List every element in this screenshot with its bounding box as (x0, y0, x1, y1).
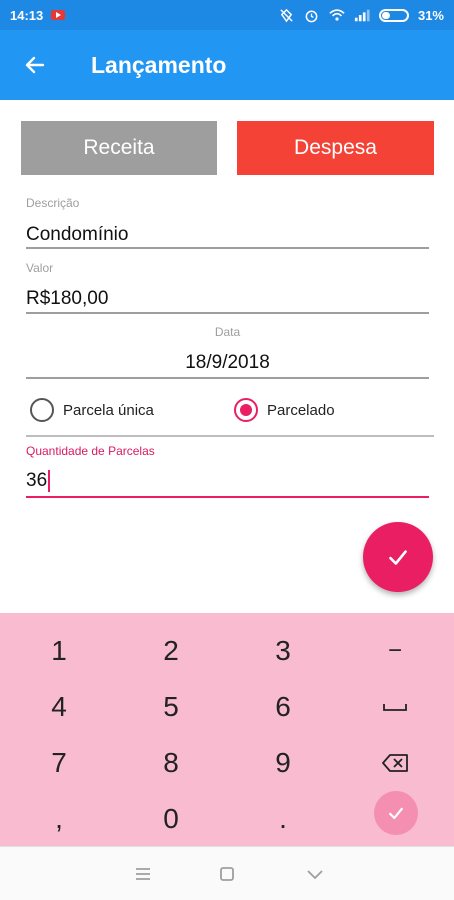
key-period[interactable]: . (233, 791, 333, 847)
key-backspace[interactable] (345, 735, 445, 791)
wifi-icon (329, 7, 345, 23)
save-fab-button[interactable] (363, 522, 433, 592)
key-4[interactable]: 4 (9, 679, 109, 735)
data-label: Data (214, 325, 241, 339)
check-icon (389, 807, 403, 820)
descricao-underline (26, 247, 429, 249)
back-nav-button[interactable] (303, 862, 327, 886)
menu-icon (136, 868, 150, 880)
valor-input[interactable]: R$180,00 (26, 288, 108, 310)
parcelas-value: 36 (26, 470, 48, 491)
key-1[interactable]: 1 (9, 623, 109, 679)
keyboard-done-button[interactable] (374, 791, 418, 835)
do-not-disturb-icon (279, 7, 295, 23)
system-nav-bar (0, 846, 454, 900)
key-minus[interactable]: − (345, 623, 445, 679)
backspace-icon (382, 754, 408, 772)
menu-nav-button[interactable] (131, 862, 155, 886)
chevron-down-icon (307, 870, 323, 879)
battery-percent: 31% (417, 7, 444, 23)
key-3[interactable]: 3 (233, 623, 333, 679)
data-underline (26, 377, 429, 379)
back-button[interactable] (0, 30, 70, 100)
key-6[interactable]: 6 (233, 679, 333, 735)
valor-underline (26, 312, 429, 314)
signal-icon (354, 7, 370, 23)
data-input[interactable]: 18/9/2018 (26, 352, 429, 374)
arrow-left-icon (25, 56, 45, 74)
valor-label: Valor (26, 261, 54, 275)
page-title: Lançamento (91, 51, 227, 78)
radio-parcela-unica[interactable]: Parcela única (30, 397, 154, 423)
parcelas-label: Quantidade de Parcelas (26, 444, 155, 458)
parcelas-input[interactable]: 36 (26, 470, 51, 492)
key-9[interactable]: 9 (233, 735, 333, 791)
radio-checked-icon (234, 398, 258, 422)
check-icon (389, 550, 407, 565)
app-bar: Lançamento (0, 30, 454, 100)
key-2[interactable]: 2 (121, 623, 221, 679)
despesa-button[interactable]: Despesa (237, 121, 434, 175)
screen: 14:13 31% Lançamento Receita Despesa Des… (0, 0, 454, 900)
radio-parcela-unica-label: Parcela única (63, 401, 154, 419)
receita-button[interactable]: Receita (21, 121, 217, 175)
key-0[interactable]: 0 (121, 791, 221, 847)
space-icon (383, 704, 407, 711)
status-icons: 31% (279, 7, 444, 23)
status-bar: 14:13 31% (0, 0, 454, 30)
descricao-input[interactable]: Condomínio (26, 224, 128, 246)
descricao-label: Descrição (26, 196, 80, 210)
battery-icon (378, 8, 409, 22)
status-time: 14:13 (10, 7, 44, 23)
radio-parcelado[interactable]: Parcelado (234, 397, 335, 423)
radio-unchecked-icon (30, 398, 54, 422)
alarm-icon (304, 7, 320, 23)
numeric-keypad: 1 2 3 − 4 5 6 7 8 9 , 0 . (0, 613, 454, 846)
text-cursor (48, 470, 51, 492)
radio-divider (26, 435, 434, 437)
youtube-notification-icon (51, 10, 66, 20)
key-7[interactable]: 7 (9, 735, 109, 791)
key-space[interactable] (345, 679, 445, 735)
key-comma[interactable]: , (9, 791, 109, 847)
key-5[interactable]: 5 (121, 679, 221, 735)
parcelas-underline (26, 496, 429, 498)
radio-parcelado-label: Parcelado (267, 401, 335, 419)
square-icon (220, 867, 234, 881)
home-nav-button[interactable] (215, 862, 239, 886)
key-8[interactable]: 8 (121, 735, 221, 791)
